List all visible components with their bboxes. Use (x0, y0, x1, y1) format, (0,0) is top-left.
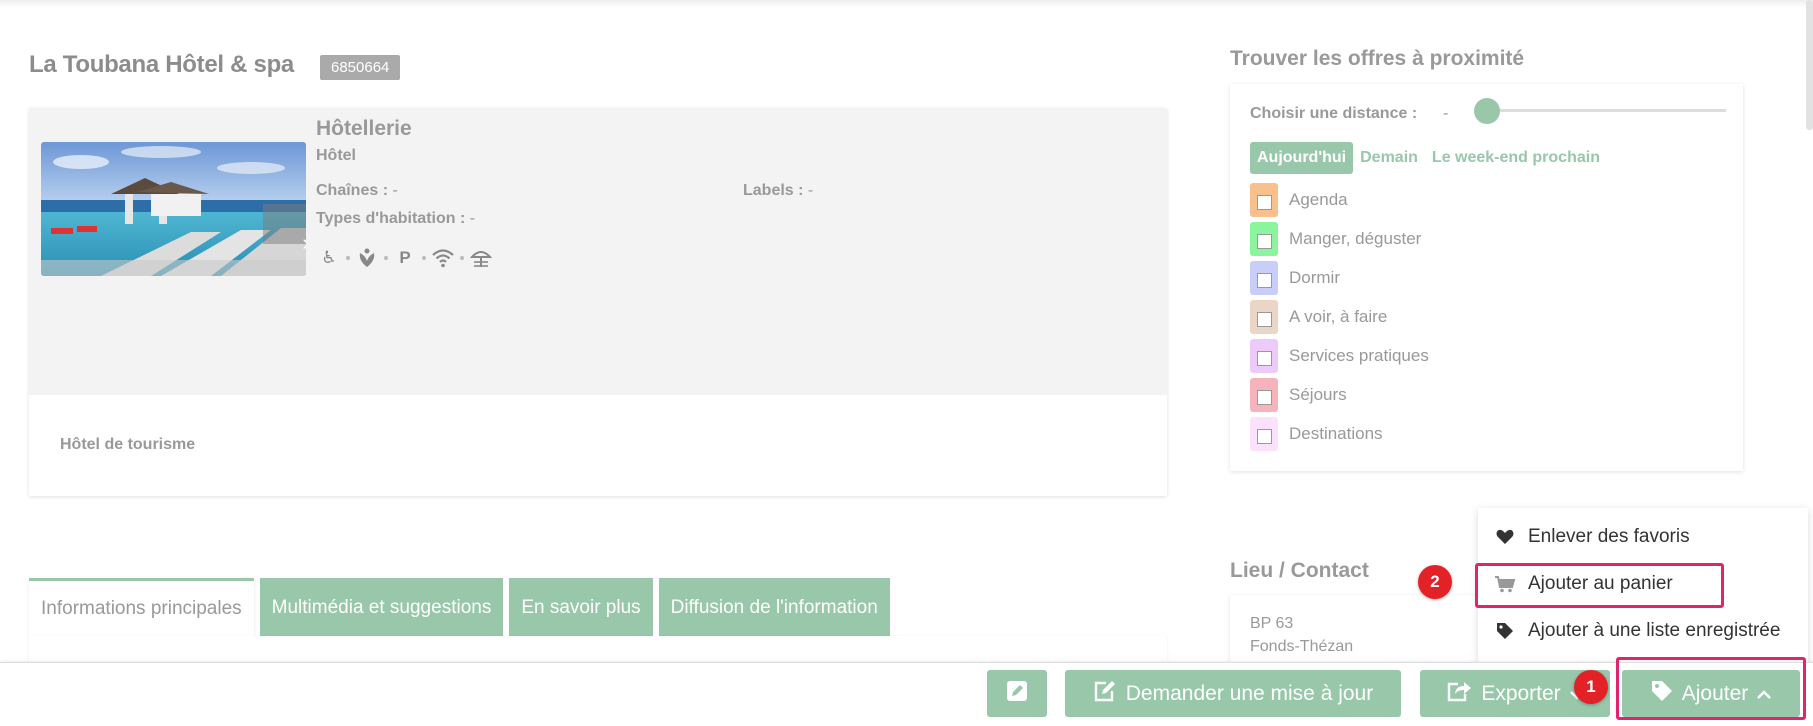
edit-square-icon (1093, 680, 1117, 708)
id-badge: 6850664 (320, 55, 401, 80)
tab-informations-principales[interactable]: Informations principales (29, 578, 254, 636)
separator-dot (346, 256, 350, 260)
types-value: - (469, 210, 476, 227)
types-label: Types d'habitation : (316, 210, 466, 227)
spa-icon (354, 245, 380, 271)
category-item[interactable]: Agenda (1250, 180, 1429, 219)
hotel-photo[interactable]: › (41, 142, 306, 276)
scrollbar[interactable] (1806, 0, 1813, 130)
category-item[interactable]: Destinations (1250, 414, 1429, 453)
request-update-button[interactable]: Demander une mise à jour (1065, 670, 1401, 717)
address-line-1: BP 63 (1250, 615, 1294, 632)
category-label: Séjours (1289, 384, 1347, 404)
pencil-icon (1007, 680, 1027, 707)
lieu-title: Lieu / Contact (1230, 559, 1369, 582)
category-checkbox[interactable] (1250, 260, 1278, 295)
separator-dot (384, 256, 388, 260)
menu-item-remove-favorite[interactable]: Enlever des favoris (1494, 526, 1690, 548)
page-title: La Toubana Hôtel & spa (29, 51, 294, 78)
category-checkbox[interactable] (1250, 377, 1278, 412)
distance-slider-track[interactable] (1480, 109, 1726, 112)
category-checkbox[interactable] (1250, 338, 1278, 373)
menu-item-add-list[interactable]: Ajouter à une liste enregistrée (1494, 620, 1780, 642)
tab-en-savoir-plus[interactable]: En savoir plus (509, 578, 653, 636)
distance-slider-thumb[interactable] (1474, 98, 1500, 124)
distance-label: Choisir une distance : (1250, 105, 1418, 122)
labels-field: Labels : - (743, 182, 813, 200)
types-field: Types d'habitation : - (316, 210, 475, 228)
category-item[interactable]: Dormir (1250, 258, 1429, 297)
step-marker-1: 1 (1574, 670, 1608, 704)
menu-item-label: Enlever des favoris (1528, 526, 1690, 547)
nearby-title: Trouver les offres à proximité (1230, 47, 1525, 70)
labels-value: - (807, 182, 814, 199)
highlight-add-cart (1475, 563, 1724, 608)
pool-image (41, 142, 306, 276)
chaines-value: - (392, 182, 398, 199)
category-label: Dormir (1289, 267, 1340, 287)
parking-icon: P (399, 248, 411, 267)
main-card: › Hôtellerie Hôtel Chaînes : - Labels : … (29, 108, 1167, 496)
tag-icon (1494, 622, 1516, 640)
request-update-label: Demander une mise à jour (1125, 681, 1374, 705)
menu-item-label: Ajouter à une liste enregistrée (1528, 620, 1781, 641)
category-checkbox[interactable] (1250, 182, 1278, 217)
tab-tomorrow[interactable]: Demain (1353, 142, 1425, 174)
category-item[interactable]: Manger, déguster (1250, 219, 1429, 258)
category-label: Agenda (1289, 189, 1348, 209)
nearby-panel: Choisir une distance : - Aujourd'hui Dem… (1230, 84, 1743, 471)
category-item[interactable]: Services pratiques (1250, 336, 1429, 375)
category-list: Agenda Manger, déguster Dormir A voir, à… (1250, 180, 1429, 453)
separator-dot (422, 256, 426, 260)
category: Hôtellerie (316, 117, 412, 140)
heart-icon (1494, 529, 1516, 545)
wifi-icon (430, 245, 456, 271)
labels-label: Labels : (743, 182, 804, 199)
category-item[interactable]: A voir, à faire (1250, 297, 1429, 336)
category-checkbox[interactable] (1250, 221, 1278, 256)
subcategory: Hôtel (316, 147, 356, 164)
address-line-2: Fonds-Thézan (1250, 638, 1354, 655)
separator-dot (460, 256, 464, 260)
tab-content (29, 636, 1167, 662)
category-label: Manger, déguster (1289, 228, 1422, 248)
chaines-field: Chaînes : - (316, 182, 398, 200)
tab-diffusion[interactable]: Diffusion de l'information (658, 578, 890, 636)
edit-button[interactable] (987, 670, 1047, 717)
hotel-description: Hôtel de tourisme (60, 436, 196, 453)
tab-multimedia[interactable]: Multimédia et suggestions (259, 578, 504, 636)
info-tabs: Informations principales Multimédia et s… (29, 578, 890, 636)
category-label: Services pratiques (1289, 345, 1429, 365)
highlight-add-button (1616, 657, 1806, 720)
top-shadow (0, 0, 1813, 8)
card-summary: › Hôtellerie Hôtel Chaînes : - Labels : … (29, 108, 1167, 395)
category-checkbox[interactable] (1250, 416, 1278, 451)
day-tabs: Aujourd'hui Demain Le week-end prochain (1250, 142, 1607, 174)
step-marker-2: 2 (1418, 565, 1452, 599)
chevron-right-icon[interactable]: › (294, 228, 306, 258)
tab-next-weekend[interactable]: Le week-end prochain (1425, 142, 1607, 174)
wheelchair-icon: ♿ (321, 248, 337, 267)
beach-umbrella-icon (468, 245, 494, 271)
category-label: A voir, à faire (1289, 306, 1388, 326)
category-label: Destinations (1289, 423, 1383, 443)
bottom-toolbar: Demander une mise à jour Exporter Ajoute… (0, 662, 1813, 726)
amenities-row: ♿ P (316, 245, 494, 271)
distance-value: - (1443, 105, 1449, 122)
category-checkbox[interactable] (1250, 299, 1278, 334)
category-item[interactable]: Séjours (1250, 375, 1429, 414)
chaines-label: Chaînes : (316, 182, 389, 199)
export-label: Exporter (1481, 681, 1561, 705)
share-icon (1446, 680, 1472, 708)
tab-today[interactable]: Aujourd'hui (1250, 142, 1354, 174)
